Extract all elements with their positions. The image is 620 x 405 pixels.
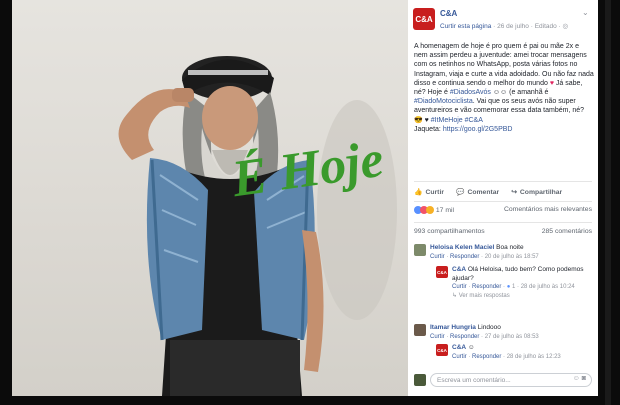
share-comment-counts: 993 compartilhamentos 285 comentários: [414, 228, 594, 235]
comment-like-link[interactable]: Curtir: [430, 334, 445, 340]
page-avatar[interactable]: C&A: [413, 8, 435, 30]
page-name[interactable]: C&A: [440, 9, 457, 18]
divider: [414, 181, 592, 182]
divider: [414, 222, 592, 223]
edited-label[interactable]: Editado: [535, 23, 557, 30]
comment-time[interactable]: 20 de julho às 18:57: [485, 254, 539, 260]
post-text: A homenagem de hoje é pro quem é pai ou …: [414, 42, 594, 134]
comment: Heloisa Kelen Maciel Boa noite Curtir · …: [414, 244, 594, 266]
comment-author[interactable]: C&A: [452, 266, 466, 273]
comment-sort-dropdown[interactable]: Comentários mais relevantes: [504, 206, 592, 213]
divider: [414, 201, 592, 202]
comment-button[interactable]: 💬 Comentar: [456, 185, 499, 199]
globe-icon: ◎: [562, 23, 569, 30]
avatar[interactable]: [414, 374, 426, 386]
like-reaction-icon: ●: [506, 284, 511, 291]
post-side-panel: C&A C&A Curtir esta página · 26 de julho…: [408, 0, 598, 396]
post-actions: 👍 Curtir 💬 Comentar ↪ Compartilhar: [414, 185, 592, 199]
comment-reply-link[interactable]: Responder: [450, 254, 479, 260]
comment-like-link[interactable]: Curtir: [452, 354, 467, 360]
comment-composer: Escreva um comentário... ☺◙: [414, 372, 592, 388]
reaction-summary: 17 mil Comentários mais relevantes: [414, 206, 594, 220]
more-replies-link[interactable]: ↳ Ver mais respostas: [452, 293, 510, 299]
comment-like-link[interactable]: Curtir: [452, 284, 467, 290]
post-photo[interactable]: É Hoje: [12, 0, 408, 396]
thumbs-up-icon: 👍: [414, 189, 423, 196]
reaction-count[interactable]: 17 mil: [436, 207, 454, 214]
composer-icons: ☺◙: [573, 375, 588, 382]
post-text-part-3: (e amanhã é: [507, 89, 549, 97]
emoji-icon: ☺☺: [490, 89, 508, 97]
jacket-link[interactable]: https://goo.gl/2G5PBD: [443, 126, 513, 133]
more-replies-label: Ver mais respostas: [458, 292, 510, 299]
scrollbar-thumb[interactable]: [605, 0, 611, 405]
hashtag-link[interactable]: #ItMeHoje #C&A: [431, 117, 483, 124]
share-icon: ↪: [511, 189, 517, 196]
comment-author[interactable]: Heloisa Kelen Maciel: [430, 244, 494, 251]
avatar[interactable]: C&A: [436, 344, 448, 356]
avatar[interactable]: [414, 324, 426, 336]
avatar[interactable]: C&A: [436, 266, 448, 278]
comment-text: Boa noite: [496, 244, 524, 251]
wow-reaction-icon: [426, 206, 434, 214]
jacket-label: Jaqueta:: [414, 125, 443, 133]
comment-time[interactable]: 27 de julho às 08:53: [485, 334, 539, 340]
follow-page-link[interactable]: Curtir esta página: [440, 23, 491, 30]
comment-reply-link[interactable]: Responder: [472, 354, 501, 360]
model-illustration: [118, 56, 397, 396]
scrollbar[interactable]: [598, 0, 620, 405]
comment-icon: 💬: [455, 189, 465, 196]
photo-viewer: É Hoje C&A C&A Curtir esta página · 26 d…: [0, 0, 620, 405]
comment-reply-link[interactable]: Responder: [472, 284, 501, 290]
comment: Itamar Hungria Lindooo Curtir · Responde…: [414, 324, 594, 344]
comment-text: Lindooo: [477, 324, 501, 331]
comment-count[interactable]: 285 comentários: [542, 228, 592, 235]
post-date[interactable]: 26 de julho: [497, 23, 529, 30]
hashtag-link[interactable]: #DiadosAvós: [450, 89, 491, 96]
avatar[interactable]: [414, 244, 426, 256]
post-meta: Curtir esta página · 26 de julho · Edita…: [440, 23, 569, 30]
like-label: Curtir: [425, 188, 444, 196]
hashtag-link[interactable]: #DiadoMotociclista: [414, 98, 473, 105]
comment-reply: C&A C&A Olá Heloisa, tudo bem? Como pode…: [436, 266, 584, 299]
comment-input[interactable]: Escreva um comentário...: [430, 373, 592, 387]
comment-author[interactable]: C&A: [452, 344, 466, 351]
share-button[interactable]: ↪ Compartilhar: [511, 185, 562, 199]
like-button[interactable]: 👍 Curtir: [414, 185, 444, 199]
comment-author[interactable]: Itamar Hungria: [430, 324, 476, 331]
comment-like-count[interactable]: ● 1: [507, 284, 516, 290]
share-label: Compartilhar: [519, 188, 563, 196]
comment-time[interactable]: 28 de julho às 12:23: [507, 354, 561, 360]
comment-text: Olá Heloisa, tudo bem? Como podemos ajud…: [452, 266, 584, 282]
chevron-down-icon[interactable]: ⌄: [582, 8, 590, 17]
comment-time[interactable]: 28 de julho às 10:24: [521, 284, 575, 290]
emoji-icon[interactable]: ☺: [573, 375, 582, 382]
comment-reply: C&A C&A ☺ Curtir · Responder · 28 de jul…: [436, 344, 561, 360]
likes-number: 1: [512, 284, 516, 291]
smile-emoji-icon: ☺: [467, 344, 475, 351]
post-header: C&A C&A Curtir esta página · 26 de julho…: [408, 0, 598, 38]
comment-like-link[interactable]: Curtir: [430, 254, 445, 260]
comment-label: Comentar: [467, 188, 500, 196]
comment-reply-link[interactable]: Responder: [450, 334, 479, 340]
share-count[interactable]: 993 compartilhamentos: [414, 228, 485, 235]
camera-icon[interactable]: ◙: [582, 375, 588, 382]
sunglasses-emoji-icon: 😎 ♥: [414, 116, 431, 124]
